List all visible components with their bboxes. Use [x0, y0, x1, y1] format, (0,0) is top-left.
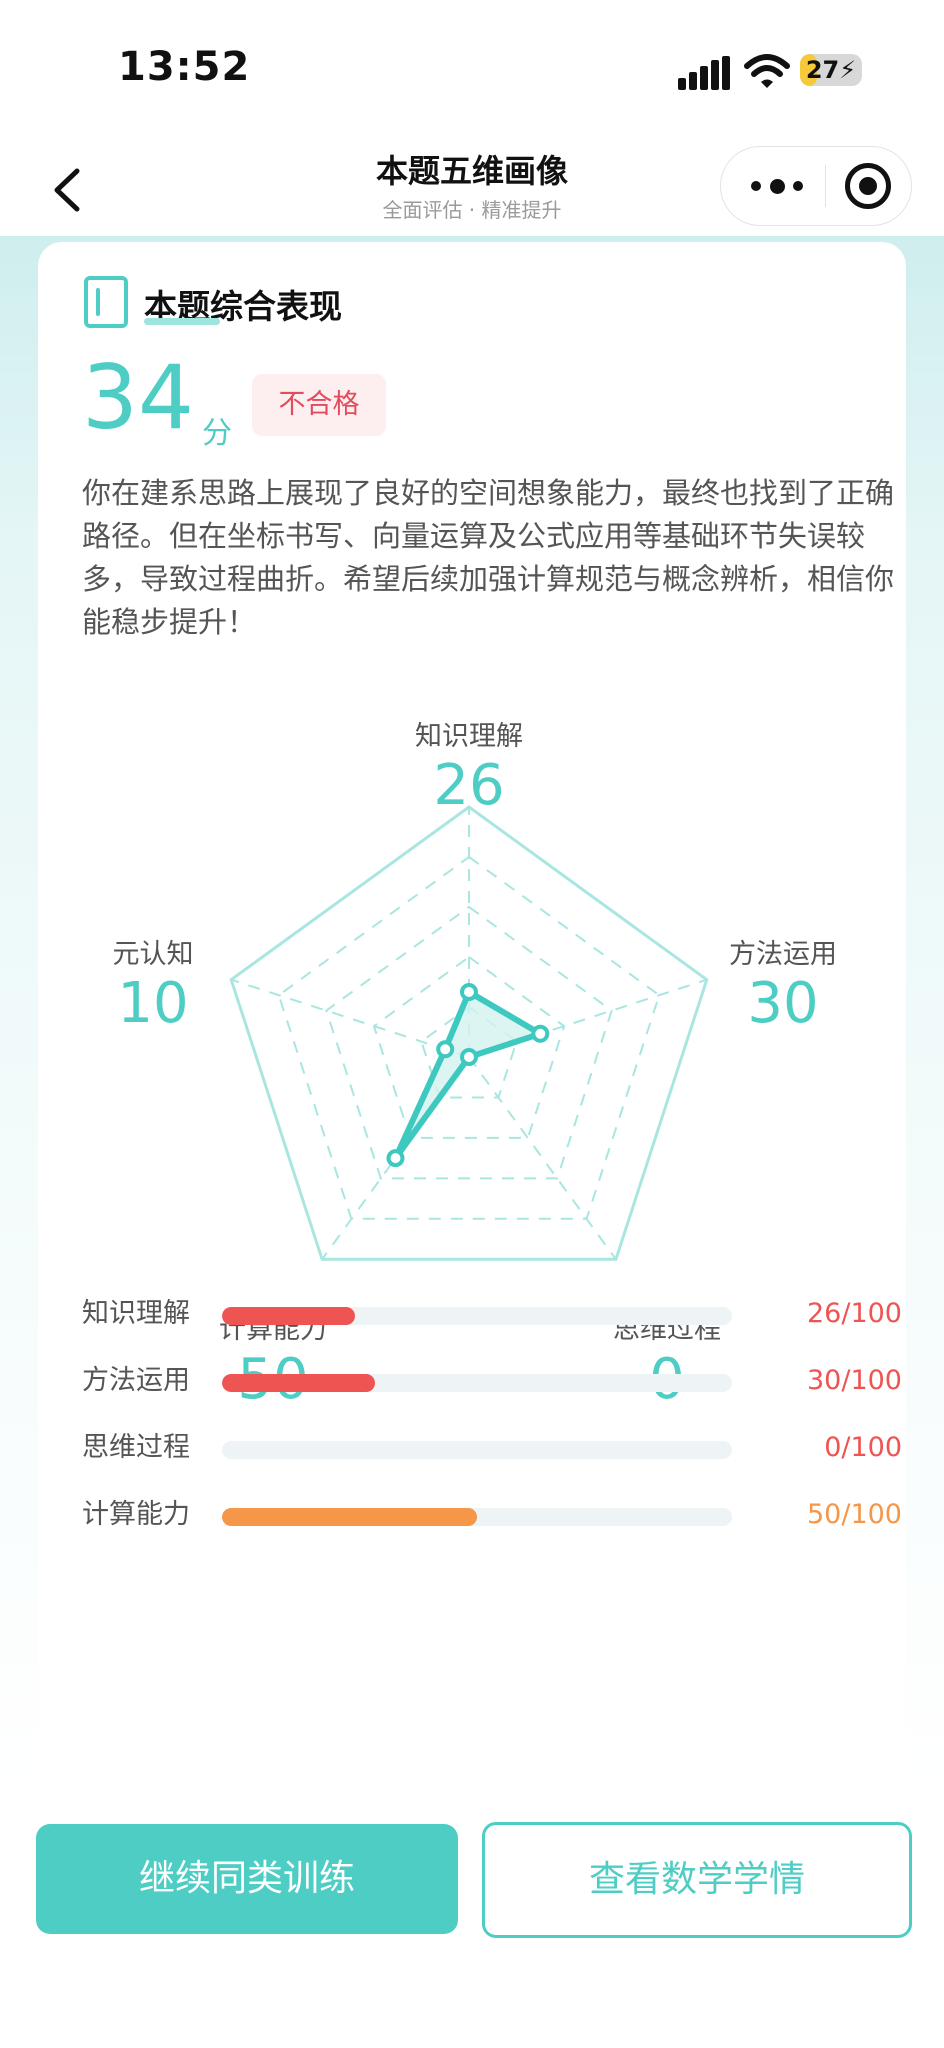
score-bar-row: 方法运用 30/100	[82, 1361, 902, 1401]
score-bar-label: 方法运用	[82, 1365, 190, 1396]
radar-chart: 知识理解26方法运用30思维过程0计算能力50元认知10	[38, 712, 906, 1408]
summary-card: 本题综合表现 34 分 不合格 你在建系思路上展现了良好的空间想象能力，最终也找…	[38, 242, 906, 1822]
score-bar-value: 26/100	[807, 1298, 902, 1329]
score-bar-fill	[222, 1508, 477, 1526]
score-bar-fill	[222, 1307, 355, 1325]
score-unit: 分	[202, 416, 232, 451]
score-bar-track	[222, 1441, 732, 1459]
score-bar-fill	[222, 1374, 375, 1392]
score-bar-row: 思维过程 0/100	[82, 1428, 902, 1468]
status-time: 13:52	[118, 44, 251, 90]
more-icon	[751, 181, 761, 191]
radar-data-point	[436, 1040, 455, 1059]
close-button[interactable]	[845, 163, 891, 209]
radar-data-point	[531, 1024, 550, 1043]
radar-axis-label: 知识理解	[415, 721, 523, 752]
score-bar-track	[222, 1508, 732, 1526]
total-score: 34	[82, 346, 194, 449]
bottom-action-bar: 继续同类训练 查看数学学情	[0, 1796, 944, 2048]
radar-data-area	[392, 989, 544, 1162]
status-bar: 13:52 27⚡	[0, 0, 944, 140]
radar-axis-value: 10	[117, 971, 189, 1036]
section-icon	[84, 276, 128, 328]
radar-data-point	[460, 983, 478, 1001]
radar-axis-value: 30	[747, 971, 819, 1036]
mini-program-capsule	[720, 146, 912, 226]
score-bar-value: 30/100	[807, 1365, 902, 1396]
radar-spoke	[230, 978, 470, 1058]
score-bar-value: 50/100	[807, 1499, 902, 1530]
score-bar-value: 0/100	[824, 1432, 902, 1463]
view-math-status-button[interactable]: 查看数学学情	[482, 1822, 912, 1938]
radar-axis-value: 26	[433, 753, 505, 818]
grade-badge: 不合格	[252, 374, 386, 436]
score-bar-track	[222, 1374, 732, 1392]
score-bar-row: 计算能力 50/100	[82, 1495, 902, 1535]
score-bar-label: 思维过程	[82, 1432, 190, 1463]
capsule-divider	[825, 165, 826, 207]
nav-bar: 本题五维画像 全面评估 · 精准提升	[0, 140, 944, 236]
evaluation-comment: 你在建系思路上展现了良好的空间想象能力，最终也找到了正确路径。但在坐标书写、向量…	[82, 476, 895, 639]
score-bar-label: 计算能力	[82, 1499, 190, 1530]
score-bar-label: 知识理解	[82, 1298, 190, 1329]
radar-data-point	[386, 1149, 405, 1168]
target-icon	[859, 177, 877, 195]
score-bar-track	[222, 1307, 732, 1325]
wifi-icon	[744, 54, 790, 88]
battery-icon: 27⚡	[800, 54, 862, 86]
radar-data-point	[460, 1048, 478, 1066]
signal-icon	[678, 56, 730, 90]
charging-icon: ⚡	[839, 56, 857, 84]
radar-axis-label: 元认知	[112, 939, 194, 970]
battery-level: 27	[805, 56, 840, 84]
radar-axis-label: 方法运用	[729, 939, 837, 970]
radar-spoke	[468, 1056, 617, 1260]
continue-training-button[interactable]: 继续同类训练	[36, 1824, 458, 1934]
score-bar-row: 知识理解 26/100	[82, 1294, 902, 1334]
more-button[interactable]	[751, 171, 803, 201]
title-underline	[144, 318, 220, 325]
